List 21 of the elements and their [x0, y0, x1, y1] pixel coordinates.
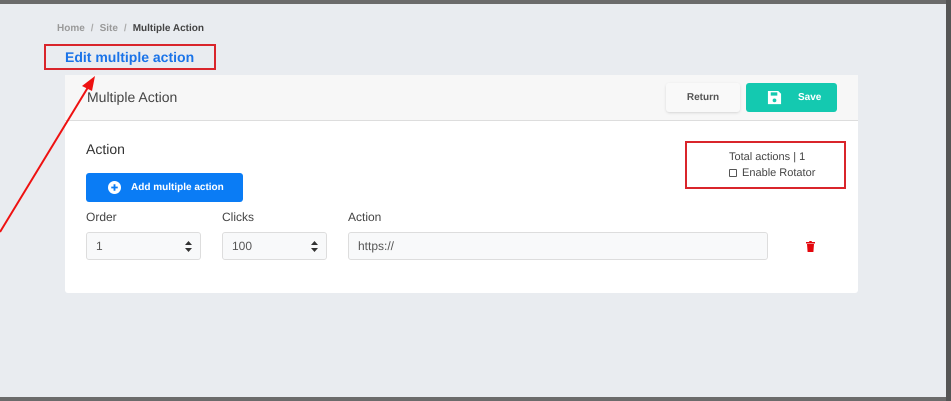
rotator-checkbox[interactable] — [729, 169, 737, 177]
add-action-button[interactable]: Add multiple action — [86, 173, 243, 202]
total-actions: Total actions | 1 — [729, 150, 806, 165]
action-url-field[interactable]: https:// — [348, 232, 768, 260]
card-title: Multiple Action — [87, 88, 178, 107]
order-field[interactable]: 1 — [86, 232, 201, 260]
rotator-label: Enable Rotator — [742, 166, 816, 181]
plus-circle-icon — [108, 181, 121, 194]
trash-icon[interactable] — [806, 240, 815, 252]
page-title: Edit multiple action — [65, 48, 194, 67]
spinner-icon[interactable] — [311, 240, 318, 252]
column-label: Action — [348, 209, 382, 226]
section-title: Action — [86, 140, 126, 159]
breadcrumb-separator: / — [90, 22, 94, 36]
return-button[interactable]: Return — [666, 83, 740, 112]
clicks-field[interactable]: 100 — [222, 232, 327, 260]
breadcrumb-separator: / — [124, 22, 127, 36]
breadcrumb-item: Multiple Action — [132, 22, 204, 36]
spinner-icon[interactable] — [185, 240, 192, 252]
column-label: Clicks — [222, 209, 255, 226]
column-label: Order — [86, 209, 118, 226]
